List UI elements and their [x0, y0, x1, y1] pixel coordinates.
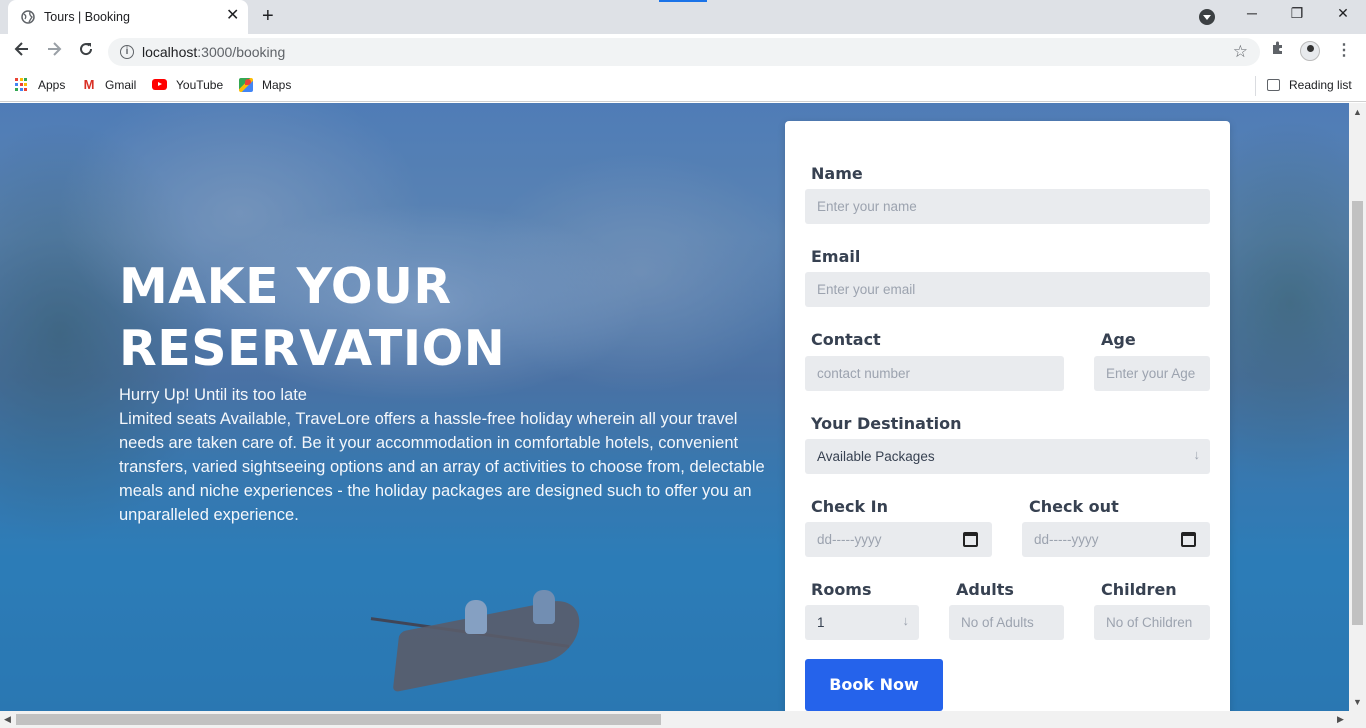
rooms-value: 1	[817, 615, 825, 630]
browser-toolbar: i localhost:3000/booking ☆	[0, 34, 1366, 70]
bookmark-label: Gmail	[105, 77, 137, 92]
checkout-label: Check out	[1029, 497, 1119, 516]
bookmarks-separator	[1255, 76, 1256, 96]
star-icon[interactable]: ☆	[1233, 42, 1248, 62]
back-icon[interactable]	[10, 40, 34, 64]
destination-select[interactable]: Available Packages ↓	[805, 439, 1210, 474]
checkin-date-input[interactable]: dd-----yyyy	[805, 522, 992, 557]
scroll-up-icon[interactable]: ▲	[1353, 107, 1362, 117]
url-text: localhost:3000/booking	[142, 44, 285, 60]
bookmark-youtube[interactable]: YouTube	[152, 77, 223, 95]
maps-icon	[239, 77, 253, 92]
contact-placeholder: contact number	[817, 366, 911, 381]
bookmark-label: Maps	[262, 77, 292, 92]
reload-icon[interactable]	[74, 40, 98, 64]
horizontal-scrollbar[interactable]: ◀ ▶	[0, 711, 1366, 728]
age-input[interactable]: Enter your Age	[1094, 356, 1210, 391]
tab-drag-indicator	[659, 0, 707, 2]
page-title: MAKE YOUR RESERVATION	[119, 258, 506, 377]
scroll-left-icon[interactable]: ◀	[4, 714, 11, 725]
email-input[interactable]: Enter your email	[805, 272, 1210, 307]
contact-input[interactable]: contact number	[805, 356, 1064, 391]
hero-tagline: Hurry Up! Until its too late	[119, 386, 307, 404]
vertical-scroll-thumb[interactable]	[1352, 201, 1363, 625]
tab-search-icon[interactable]	[1199, 9, 1215, 25]
name-input[interactable]: Enter your name	[805, 189, 1210, 224]
bookmark-gmail[interactable]: M Gmail	[82, 76, 137, 95]
reading-list-icon	[1267, 78, 1280, 91]
apps-grid-icon	[15, 77, 29, 92]
hero-description: Hurry Up! Until its too late Limited sea…	[119, 383, 769, 527]
youtube-icon	[152, 79, 167, 91]
vertical-scrollbar[interactable]: ▲ ▼	[1349, 103, 1366, 711]
adults-label: Adults	[956, 580, 1014, 599]
children-placeholder: No of Children	[1106, 615, 1193, 630]
adults-placeholder: No of Adults	[961, 615, 1034, 630]
bookmark-label: Apps	[38, 77, 66, 92]
reading-list-label: Reading list	[1289, 77, 1352, 92]
name-placeholder: Enter your name	[817, 199, 917, 214]
destination-value: Available Packages	[817, 449, 935, 464]
scroll-down-icon[interactable]: ▼	[1353, 697, 1362, 707]
new-tab-button[interactable]: +	[262, 6, 274, 26]
adults-input[interactable]: No of Adults	[949, 605, 1064, 640]
rooms-select[interactable]: 1 ↓	[805, 605, 919, 640]
scroll-right-icon[interactable]: ▶	[1337, 714, 1344, 725]
children-label: Children	[1101, 580, 1177, 599]
hero-body: Limited seats Available, TraveLore offer…	[119, 410, 765, 524]
address-bar[interactable]: i localhost:3000/booking ☆	[108, 38, 1260, 66]
reading-list-button[interactable]: Reading list	[1267, 77, 1352, 95]
email-label: Email	[811, 247, 861, 266]
avatar[interactable]	[1300, 41, 1320, 61]
calendar-icon[interactable]	[1181, 532, 1196, 547]
info-icon[interactable]: i	[120, 45, 134, 59]
tab-close-icon[interactable]: ✕	[226, 8, 239, 24]
destination-label: Your Destination	[811, 414, 962, 433]
kebab-menu-icon[interactable]: ⋮	[1336, 40, 1352, 60]
browser-tab[interactable]: Tours | Booking ✕	[8, 0, 248, 34]
minimize-icon[interactable]: ─	[1237, 5, 1267, 27]
checkout-placeholder: dd-----yyyy	[1034, 532, 1099, 547]
horizontal-scroll-thumb[interactable]	[16, 714, 661, 725]
email-placeholder: Enter your email	[817, 282, 916, 297]
bookmark-apps[interactable]: Apps	[15, 77, 65, 95]
url-path: :3000/booking	[197, 44, 286, 60]
children-input[interactable]: No of Children	[1094, 605, 1210, 640]
checkout-date-input[interactable]: dd-----yyyy	[1022, 522, 1210, 557]
contact-label: Contact	[811, 330, 881, 349]
age-label: Age	[1101, 330, 1136, 349]
booking-form: Name Enter your name Email Enter your em…	[785, 121, 1230, 711]
url-host: localhost	[142, 44, 198, 60]
rooms-label: Rooms	[811, 580, 872, 599]
restore-icon[interactable]: ❐	[1282, 5, 1312, 27]
puzzle-icon[interactable]	[1270, 40, 1288, 58]
checkin-placeholder: dd-----yyyy	[817, 532, 882, 547]
name-label: Name	[811, 164, 863, 183]
bookmark-maps[interactable]: Maps	[239, 77, 291, 95]
arrow-down-icon: ↓	[902, 613, 910, 628]
forward-icon[interactable]	[42, 40, 66, 64]
page-viewport: MAKE YOUR RESERVATION Hurry Up! Until it…	[0, 103, 1349, 711]
calendar-icon[interactable]	[963, 532, 978, 547]
arrow-down-icon: ↓	[1193, 447, 1201, 462]
tab-title: Tours | Booking	[44, 10, 130, 24]
book-now-button[interactable]: Book Now	[805, 659, 943, 711]
globe-icon	[21, 10, 35, 24]
gmail-icon: M	[83, 76, 95, 92]
age-placeholder: Enter your Age	[1106, 366, 1196, 381]
bookmark-label: YouTube	[176, 77, 224, 92]
tab-strip: Tours | Booking ✕ + ─ ❐ ✕	[0, 0, 1366, 34]
checkin-label: Check In	[811, 497, 889, 516]
window-close-icon[interactable]: ✕	[1328, 5, 1358, 27]
bookmarks-bar: Apps M Gmail YouTube Maps Reading list	[0, 70, 1366, 102]
